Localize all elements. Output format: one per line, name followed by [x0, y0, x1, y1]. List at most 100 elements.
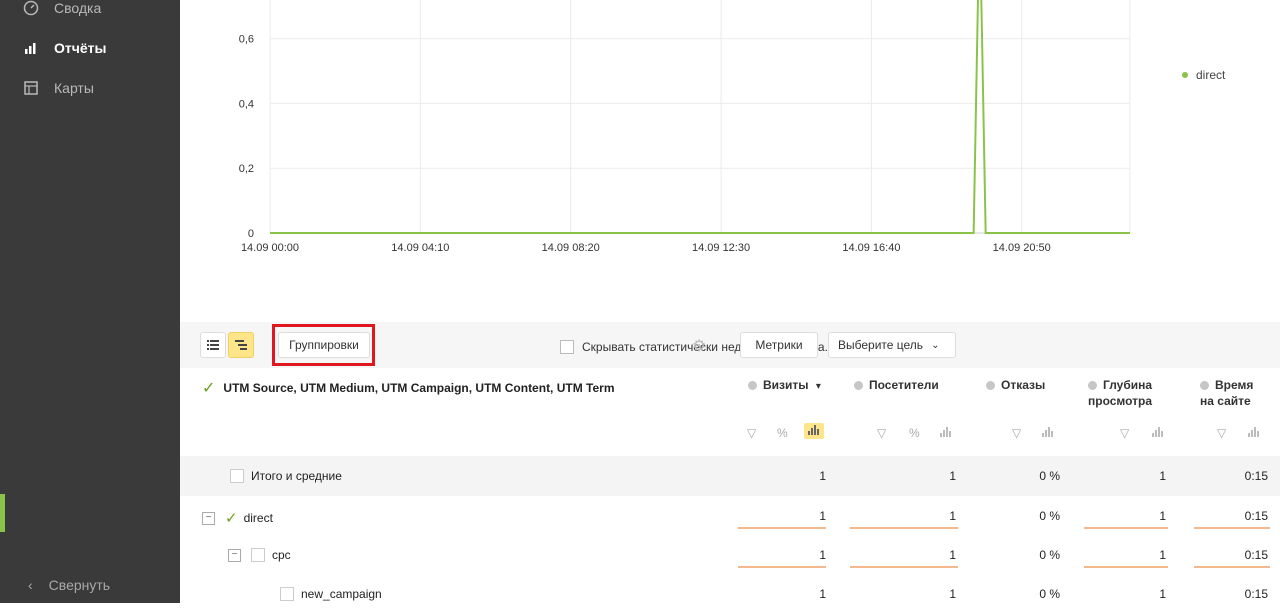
column-header-time[interactable]: Время на сайте [1200, 377, 1266, 409]
sidebar-item-label: Карты [54, 80, 94, 96]
cell-visits: 1 [819, 509, 826, 523]
value-bar [1084, 566, 1168, 568]
checkbox[interactable] [560, 340, 574, 354]
info-icon [1088, 381, 1097, 390]
cell-time: 0:15 [1244, 587, 1268, 601]
value-bar [738, 566, 826, 568]
cell-bounces: 0 % [1039, 509, 1060, 523]
percent-icon[interactable]: % [777, 426, 788, 440]
info-icon [986, 381, 995, 390]
table-row[interactable]: − ✓ direct 1 1 0 % 1 0:15 [180, 496, 1280, 536]
cell-bounces: 0 % [1039, 587, 1060, 601]
sidebar-collapse-button[interactable]: ‹ Свернуть [28, 577, 110, 593]
check-icon[interactable]: ✓ [225, 509, 238, 527]
filter-icon[interactable]: ▽ [1120, 426, 1129, 440]
metrics-button[interactable]: Метрики [740, 332, 818, 358]
cell-time: 0:15 [1244, 548, 1268, 562]
x-tick-label: 14.09 00:00 [241, 242, 299, 254]
collapse-label: Свернуть [48, 577, 111, 593]
goal-select[interactable]: Выберите цель ⌄ [828, 332, 956, 358]
x-tick-label: 14.09 04:10 [391, 242, 449, 254]
filter-icon[interactable]: ▽ [1217, 426, 1226, 440]
percent-icon[interactable]: % [909, 426, 920, 440]
column-header-depth[interactable]: Глубина просмотра [1088, 377, 1166, 409]
line-chart: 14.09 00:00 14.09 04:10 14.09 08:20 14.09 1… [239, 0, 1131, 254]
sidebar-item-maps[interactable]: Карты [22, 77, 94, 99]
cell-visits: 1 [819, 469, 826, 483]
check-icon: ✓ [202, 380, 216, 397]
dimension-header-label: UTM Source, UTM Medium, UTM Campaign, UT… [223, 381, 615, 395]
row-label: Итого и средние [251, 469, 342, 483]
collapse-toggle[interactable]: − [202, 511, 215, 525]
bar-chart-icon[interactable] [940, 426, 952, 440]
table-row-total[interactable]: Итого и средние 1 1 0 % 1 0:15 [180, 456, 1280, 496]
legend-dot [1182, 72, 1188, 78]
sidebar-item-summary[interactable]: Сводка [22, 0, 101, 19]
bar-chart-icon [22, 39, 40, 57]
gauge-icon [22, 0, 40, 17]
bar-chart-icon[interactable] [1248, 426, 1260, 440]
map-icon [22, 79, 40, 97]
chevron-down-icon: ⌄ [931, 339, 940, 351]
value-bar [1194, 566, 1270, 568]
dimension-header[interactable]: ✓ UTM Source, UTM Medium, UTM Campaign, … [202, 378, 615, 398]
row-checkbox[interactable] [280, 587, 294, 601]
value-bar [738, 527, 826, 529]
table-row[interactable]: new_campaign 1 1 0 % 1 0:15 [180, 574, 1280, 614]
list-icon [207, 340, 219, 350]
x-tick-label: 14.09 08:20 [542, 242, 600, 254]
cell-visitors: 1 [949, 509, 956, 523]
cell-depth: 1 [1159, 469, 1166, 483]
collapse-toggle[interactable]: − [228, 548, 241, 562]
bar-chart-icon[interactable] [1152, 426, 1164, 440]
cell-depth: 1 [1159, 587, 1166, 601]
value-bar [850, 566, 958, 568]
info-icon [854, 381, 863, 390]
table-row[interactable]: − cpc 1 1 0 % 1 0:15 [180, 535, 1280, 575]
column-header-visits[interactable]: Визиты ▾ [748, 377, 821, 395]
selected-row-marker [0, 494, 5, 532]
row-label: cpc [272, 548, 291, 562]
sidebar-item-label: Сводка [54, 0, 102, 16]
cell-visitors: 1 [949, 587, 956, 601]
bar-chart-icon[interactable] [804, 423, 824, 439]
column-header-visitors[interactable]: Посетители [854, 377, 939, 393]
chart-legend[interactable]: direct [1182, 68, 1225, 82]
list-view-button[interactable] [200, 332, 226, 358]
value-bar [850, 527, 958, 529]
cell-depth: 1 [1159, 509, 1166, 523]
cell-time: 0:15 [1244, 509, 1268, 523]
filter-icon[interactable]: ▽ [1012, 426, 1021, 440]
y-tick-label: 0,4 [239, 98, 254, 110]
goal-select-label: Выберите цель [838, 338, 924, 352]
tree-view-button[interactable] [228, 332, 254, 358]
sidebar-item-reports[interactable]: Отчёты [22, 37, 106, 59]
row-checkbox[interactable] [230, 469, 244, 483]
row-label: direct [243, 511, 273, 525]
sidebar: Сводка Отчёты Карты ‹ Свернуть [0, 0, 180, 603]
row-checkbox[interactable] [251, 548, 265, 562]
filter-icon[interactable]: ▽ [747, 426, 756, 440]
y-tick-label: 0,6 [239, 34, 254, 46]
x-tick-label: 14.09 16:40 [842, 242, 900, 254]
highlight-outline [272, 324, 375, 366]
legend-label: direct [1196, 68, 1226, 82]
y-tick-label: 0,2 [239, 163, 254, 175]
info-icon [1200, 381, 1209, 390]
column-header-bounces[interactable]: Отказы [986, 377, 1045, 393]
gear-icon[interactable]: ⚙ [692, 336, 710, 355]
series-line-direct [270, 0, 1130, 234]
y-tick-label: 0 [248, 228, 254, 240]
x-tick-label: 14.09 12:30 [692, 242, 750, 254]
info-icon [748, 381, 757, 390]
cell-time: 0:15 [1244, 469, 1268, 483]
cell-depth: 1 [1159, 548, 1166, 562]
cell-visits: 1 [819, 587, 826, 601]
filter-icon[interactable]: ▽ [877, 426, 886, 440]
x-tick-label: 14.09 20:50 [993, 242, 1051, 254]
cell-bounces: 0 % [1039, 469, 1060, 483]
sidebar-item-label: Отчёты [54, 40, 107, 56]
bar-chart-icon[interactable] [1042, 426, 1054, 440]
value-bar [1194, 527, 1270, 529]
cell-visits: 1 [819, 548, 826, 562]
